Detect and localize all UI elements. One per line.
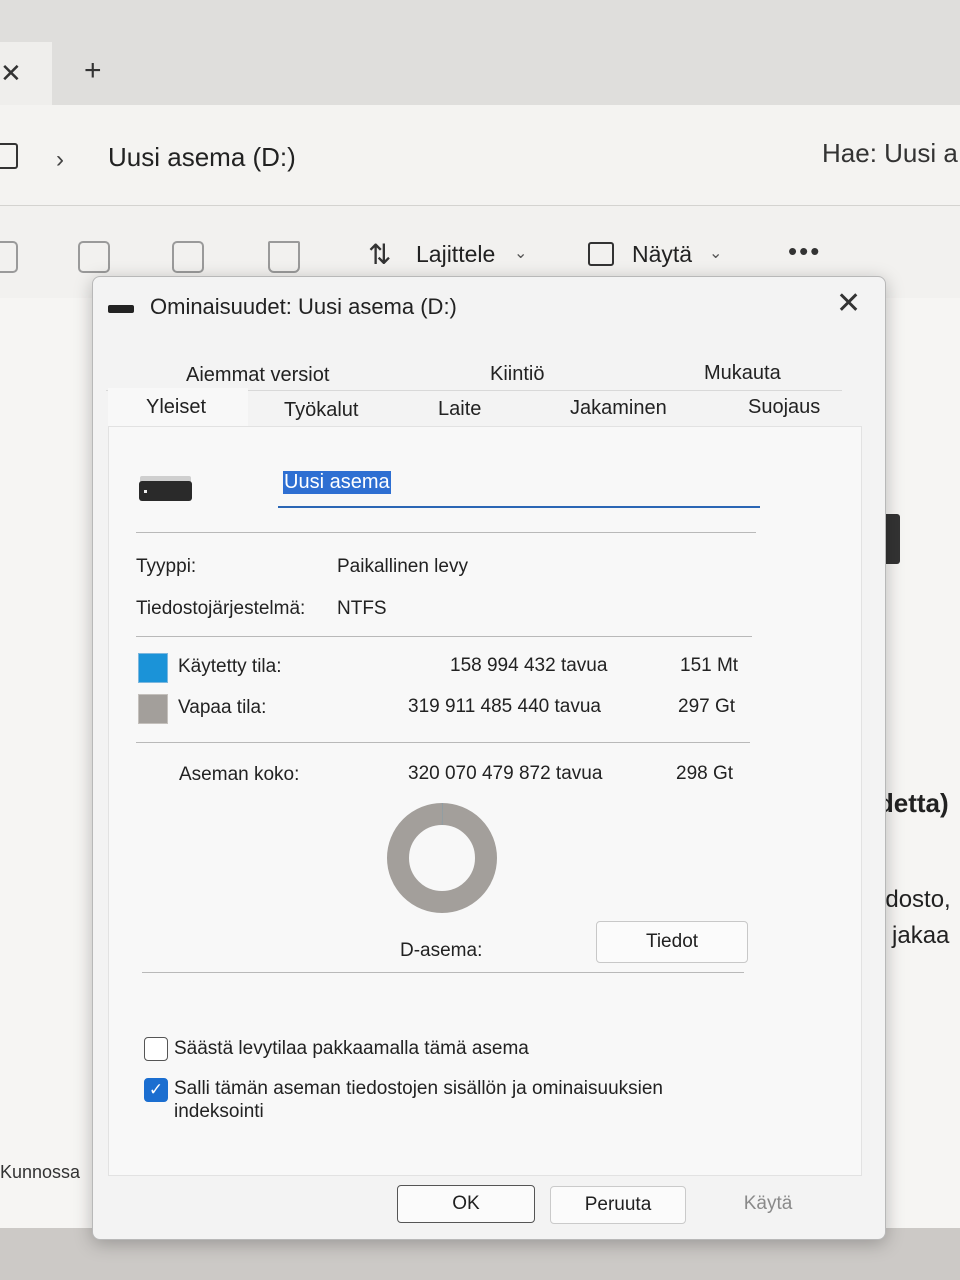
filesystem-value: NTFS [337, 598, 387, 619]
tab-tools[interactable]: Työkalut [284, 399, 358, 422]
sort-button[interactable]: Lajittele [416, 241, 495, 268]
compress-checkbox[interactable] [144, 1037, 168, 1061]
computer-icon[interactable] [0, 143, 18, 169]
drive-led [144, 490, 147, 493]
separator [136, 742, 750, 743]
breadcrumb-current[interactable]: Uusi asema (D:) [108, 142, 296, 173]
view-button[interactable]: Näytä [632, 241, 692, 268]
tab-close-icon[interactable]: ✕ [0, 58, 22, 89]
index-label-line1: Salli tämän aseman tiedostojen sisällön … [174, 1078, 663, 1099]
tab-previous-versions[interactable]: Aiemmat versiot [186, 364, 329, 387]
type-value: Paikallinen levy [337, 556, 468, 577]
sort-icon[interactable]: ⇅ [368, 238, 391, 271]
used-space-bytes: 158 994 432 tavua [450, 655, 608, 676]
used-space-label: Käytetty tila: [178, 656, 282, 677]
free-space-swatch [138, 694, 168, 724]
drive-icon [108, 305, 134, 313]
separator [142, 972, 744, 973]
status-text: Kunnossa [0, 1162, 81, 1182]
usage-donut-chart [387, 803, 497, 913]
breadcrumb-chevron-icon[interactable]: › [56, 146, 64, 174]
search-input[interactable]: Hae: Uusi a [822, 138, 958, 169]
free-space-bytes: 319 911 485 440 tavua [408, 696, 601, 717]
drive-name-value[interactable]: Uusi asema [283, 471, 391, 494]
cancel-button[interactable]: Peruuta [550, 1186, 686, 1224]
used-space-size: 151 Mt [680, 655, 739, 676]
tab-sharing[interactable]: Jakaminen [570, 397, 667, 420]
capacity-label: Aseman koko: [179, 764, 300, 785]
apply-button[interactable]: Käytä [701, 1186, 835, 1222]
separator [136, 636, 752, 637]
new-tab-icon[interactable]: + [84, 54, 102, 88]
used-space-swatch [138, 653, 168, 683]
rename-icon[interactable] [78, 241, 110, 273]
share-icon[interactable] [172, 241, 204, 273]
general-tab-panel [108, 426, 862, 1176]
view-icon[interactable] [588, 242, 614, 266]
tab-quota[interactable]: Kiintiö [490, 363, 544, 386]
dialog-title: Ominaisuudet: Uusi asema (D:) [150, 294, 457, 319]
free-space-size: 297 Gt [678, 696, 736, 717]
delete-icon[interactable] [268, 241, 300, 273]
details-button[interactable]: Tiedot [596, 921, 748, 963]
tab-customize[interactable]: Mukauta [704, 362, 781, 385]
capacity-size: 298 Gt [676, 763, 734, 784]
close-icon[interactable]: ✕ [836, 286, 861, 321]
chevron-down-icon[interactable]: ⌄ [709, 243, 722, 263]
more-icon[interactable]: ••• [788, 236, 821, 267]
ok-button[interactable]: OK [397, 1185, 535, 1223]
explorer-tab-bar [0, 0, 960, 105]
tab-security[interactable]: Suojaus [748, 396, 820, 419]
index-label-line2: indeksointi [174, 1101, 264, 1122]
tab-general[interactable]: Yleiset [146, 396, 206, 419]
capacity-bytes: 320 070 479 872 tavua [408, 763, 603, 784]
index-checkbox[interactable]: ✓ [144, 1078, 168, 1102]
type-label: Tyyppi: [136, 556, 197, 577]
free-space-ring [387, 803, 497, 913]
free-space-label: Vapaa tila: [178, 697, 267, 718]
filesystem-label: Tiedostojärjestelmä: [136, 598, 306, 619]
separator [136, 532, 756, 533]
chevron-down-icon[interactable]: ⌄ [514, 243, 527, 263]
compress-label: Säästä levytilaa pakkaamalla tämä asema [174, 1038, 529, 1059]
cut-icon[interactable] [0, 241, 18, 273]
tab-hardware[interactable]: Laite [438, 398, 481, 421]
drive-letter-label: D-asema: [400, 940, 483, 961]
